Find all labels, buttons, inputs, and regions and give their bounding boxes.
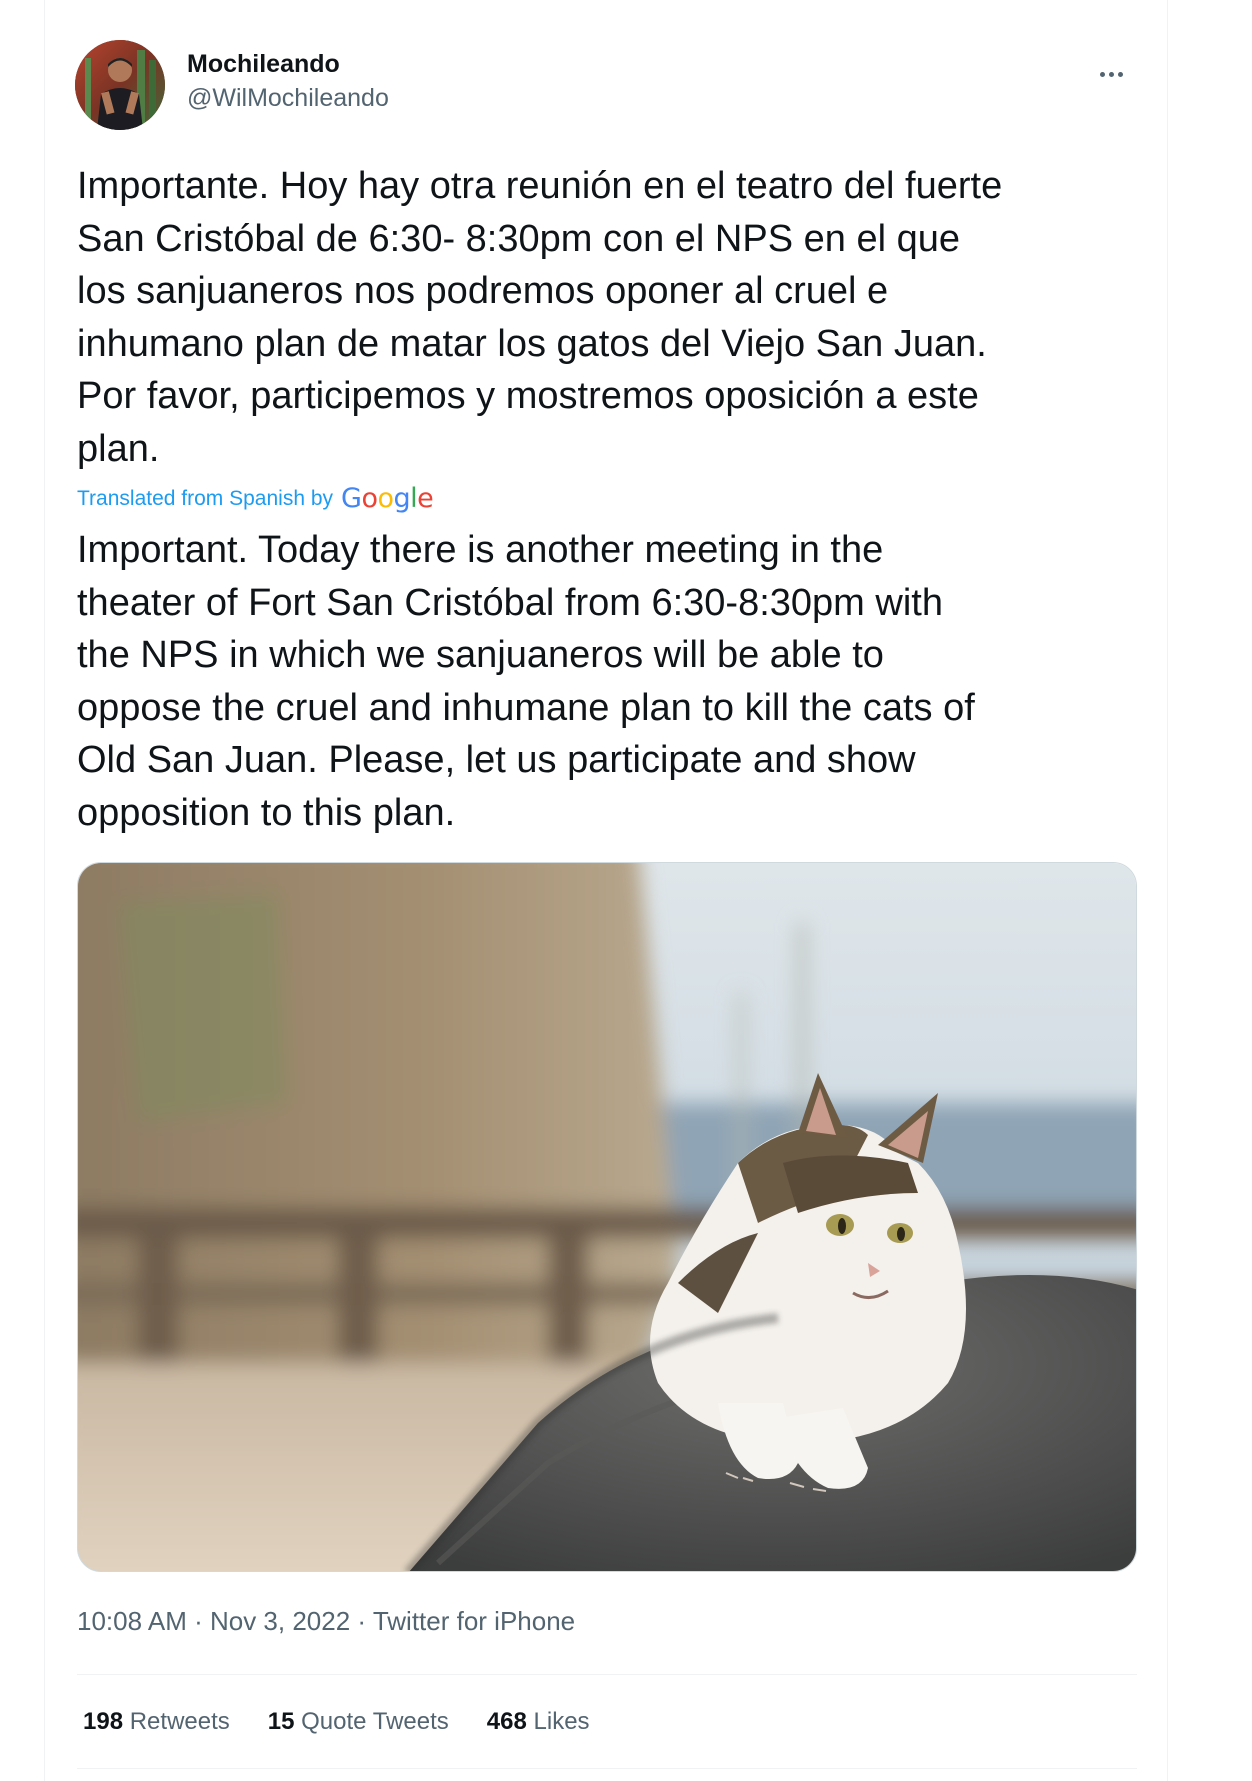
tweet-source[interactable]: Twitter for iPhone [373, 1606, 575, 1636]
quote-tweets-stat[interactable]: 15 Quote Tweets [268, 1706, 449, 1738]
translation-attribution[interactable]: Translated from Spanish by Google [77, 483, 434, 514]
tweet-translation: Important. Today there is another meetin… [77, 529, 975, 834]
logo-letter: g [393, 483, 411, 514]
tweet-date[interactable]: Nov 3, 2022 [210, 1606, 350, 1636]
likes-stat[interactable]: 468 Likes [487, 1706, 590, 1738]
retweets-stat[interactable]: 198 Retweets [83, 1706, 230, 1738]
translated-label: Translated from Spanish by [77, 487, 334, 510]
divider [77, 1674, 1137, 1675]
retweets-count: 198 [83, 1708, 124, 1735]
tweet-metadata: 10:08 AM · Nov 3, 2022 · Twitter for iPh… [77, 1604, 575, 1638]
author-names: Mochileando @WilMochileando [187, 48, 389, 116]
author-handle[interactable]: @WilMochileando [187, 80, 389, 116]
logo-letter: o [377, 483, 394, 514]
meta-separator: · [350, 1606, 373, 1636]
tweet-header: Mochileando @WilMochileando [75, 40, 1135, 130]
tweet-photo[interactable] [77, 862, 1137, 1572]
author-display-name[interactable]: Mochileando [187, 48, 389, 80]
more-dot [1117, 71, 1123, 77]
tweet-time[interactable]: 10:08 AM [77, 1606, 187, 1636]
logo-letter: G [341, 483, 362, 514]
tweet-text: Importante. Hoy hay otra reunión en el t… [77, 165, 1003, 470]
logo-letter: o [361, 483, 378, 514]
logo-letter: e [417, 483, 434, 514]
more-dot [1099, 71, 1105, 77]
divider [77, 1768, 1137, 1769]
likes-count: 468 [486, 1708, 527, 1735]
google-logo-icon: Google [341, 483, 434, 514]
retweets-label: Retweets [129, 1708, 230, 1735]
tweet-card: Mochileando @WilMochileando Importante. … [44, 0, 1168, 1781]
quote-tweets-label: Quote Tweets [301, 1708, 449, 1735]
meta-separator: · [186, 1606, 210, 1636]
more-dot [1108, 71, 1114, 77]
quote-tweets-count: 15 [267, 1708, 295, 1735]
likes-label: Likes [533, 1708, 590, 1735]
engagement-stats: 198 Retweets 15 Quote Tweets 468 Likes [83, 1706, 590, 1738]
more-horizontal-icon[interactable] [1091, 54, 1131, 94]
avatar[interactable] [75, 40, 165, 130]
